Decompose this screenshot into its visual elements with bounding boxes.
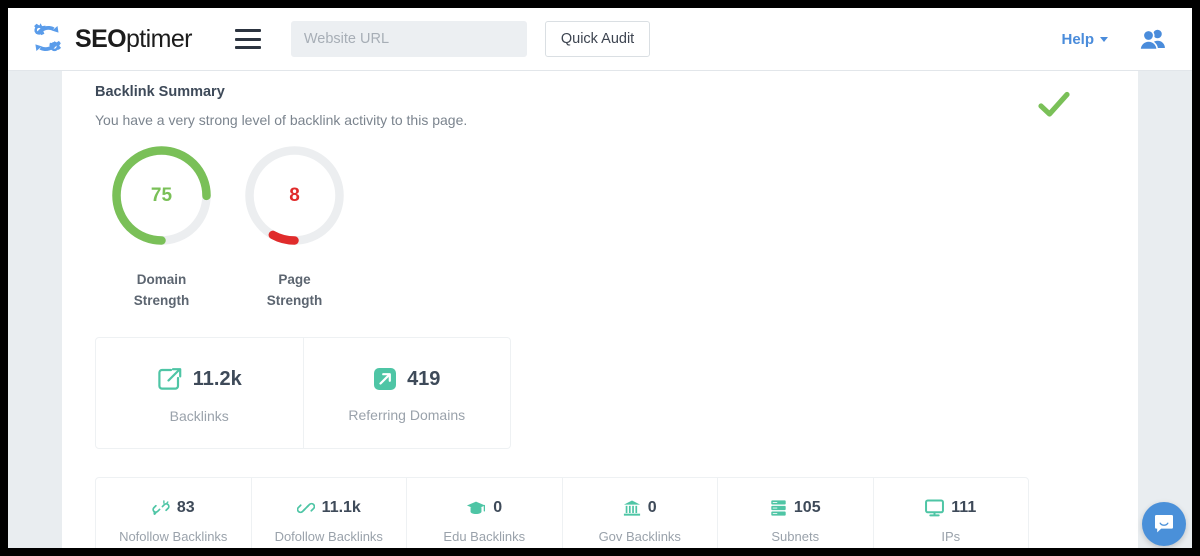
secondary-metric-cards: 83 Nofollow Backlinks 11.1k Dofollow Bac… [95,477,1029,548]
metric-card-backlinks-value: 11.2k [193,368,242,391]
metric-card-nofollow-label: Nofollow Backlinks [119,529,227,544]
left-sidebar [8,71,62,548]
metric-card-referring-domains-top: 419 [373,367,440,391]
page-strength-label: Page Strength [228,269,361,311]
broken-chain-icon [152,499,170,517]
hamburger-bar-3 [235,46,261,49]
domain-strength-label-line1: Domain [95,269,228,290]
metric-card-edu-top: 0 [466,499,502,517]
help-menu[interactable]: Help [1061,31,1108,48]
domain-strength-gauge: 75 Domain Strength [95,143,228,311]
help-label: Help [1061,31,1094,48]
metric-card-gov-backlinks[interactable]: 0 Gov Backlinks [562,478,718,548]
page-strength-ring: 8 [242,143,347,248]
metric-card-backlinks[interactable]: 11.2k Backlinks [96,338,303,448]
domain-strength-label: Domain Strength [95,269,228,311]
metric-card-gov-label: Gov Backlinks [599,529,681,544]
right-gutter [1138,71,1192,548]
metric-card-subnets-label: Subnets [771,529,819,544]
server-stack-icon [770,499,787,517]
metric-card-dofollow-value: 11.1k [322,499,361,517]
header-right-actions: Help [1061,27,1168,51]
main-content: Backlink Summary You have a very strong … [62,71,1138,548]
app-header: SEOptimer Quick Audit Help [8,8,1192,71]
seoptimer-gear-logo-icon [26,19,68,59]
metric-card-dofollow-backlinks[interactable]: 11.1k Dofollow Backlinks [251,478,407,548]
metric-card-nofollow-top: 83 [152,499,195,517]
metric-card-subnets[interactable]: 105 Subnets [717,478,873,548]
metric-card-subnets-value: 105 [794,499,821,517]
page-title: Backlink Summary [95,84,225,100]
brand-logo[interactable]: SEOptimer [26,19,192,59]
metric-card-dofollow-label: Dofollow Backlinks [275,529,383,544]
metric-card-dofollow-top: 11.1k [297,499,361,517]
metric-card-backlinks-top: 11.2k [157,366,242,392]
website-url-input[interactable] [291,21,527,57]
graduation-cap-icon [466,499,486,517]
hamburger-bar-1 [235,29,261,32]
chat-launcher-button[interactable] [1142,502,1186,546]
page-description: You have a very strong level of backlink… [95,112,467,128]
domain-strength-label-line2: Strength [95,290,228,311]
bank-icon [623,499,641,517]
metric-card-edu-label: Edu Backlinks [443,529,525,544]
metric-card-ips-value: 111 [951,499,976,517]
arrow-up-right-box-icon [373,367,397,391]
page-strength-value: 8 [242,143,347,248]
metric-card-nofollow-value: 83 [177,499,195,517]
external-link-icon [157,366,183,392]
metric-card-nofollow-backlinks[interactable]: 83 Nofollow Backlinks [96,478,251,548]
page-strength-label-line1: Page [228,269,361,290]
metric-card-referring-domains-label: Referring Domains [348,407,465,423]
metric-card-referring-domains[interactable]: 419 Referring Domains [303,338,511,448]
hamburger-bar-2 [235,38,261,41]
metric-card-gov-top: 0 [623,499,657,517]
page-strength-gauge: 8 Page Strength [228,143,361,311]
metric-card-edu-value: 0 [493,499,502,517]
metric-card-edu-backlinks[interactable]: 0 Edu Backlinks [406,478,562,548]
domain-strength-value: 75 [109,143,214,248]
brand-name: SEOptimer [75,25,192,54]
page-strength-label-line2: Strength [228,290,361,311]
metric-card-backlinks-label: Backlinks [170,408,229,424]
metric-card-subnets-top: 105 [770,499,821,517]
domain-strength-ring: 75 [109,143,214,248]
hamburger-menu-icon[interactable] [235,29,261,49]
brand-name-light: ptimer [126,25,192,53]
metric-card-ips[interactable]: 111 IPs [873,478,1029,548]
primary-metric-cards: 11.2k Backlinks 419 Referring Domains [95,337,511,449]
users-icon[interactable] [1138,27,1168,51]
metric-card-referring-domains-value: 419 [407,368,440,391]
chat-bubble-icon [1153,513,1175,535]
strength-gauges: 75 Domain Strength 8 Page Strengt [95,143,361,311]
brand-name-bold: SEO [75,25,126,53]
quick-audit-button[interactable]: Quick Audit [545,21,650,57]
app-window: SEOptimer Quick Audit Help Backlink [8,8,1192,548]
metric-card-ips-label: IPs [941,529,960,544]
metric-card-gov-value: 0 [648,499,657,517]
green-check-icon [1035,86,1073,124]
monitor-icon [925,499,944,517]
chain-link-icon [297,499,315,517]
metric-card-ips-top: 111 [925,499,976,517]
chevron-down-icon [1100,37,1108,42]
